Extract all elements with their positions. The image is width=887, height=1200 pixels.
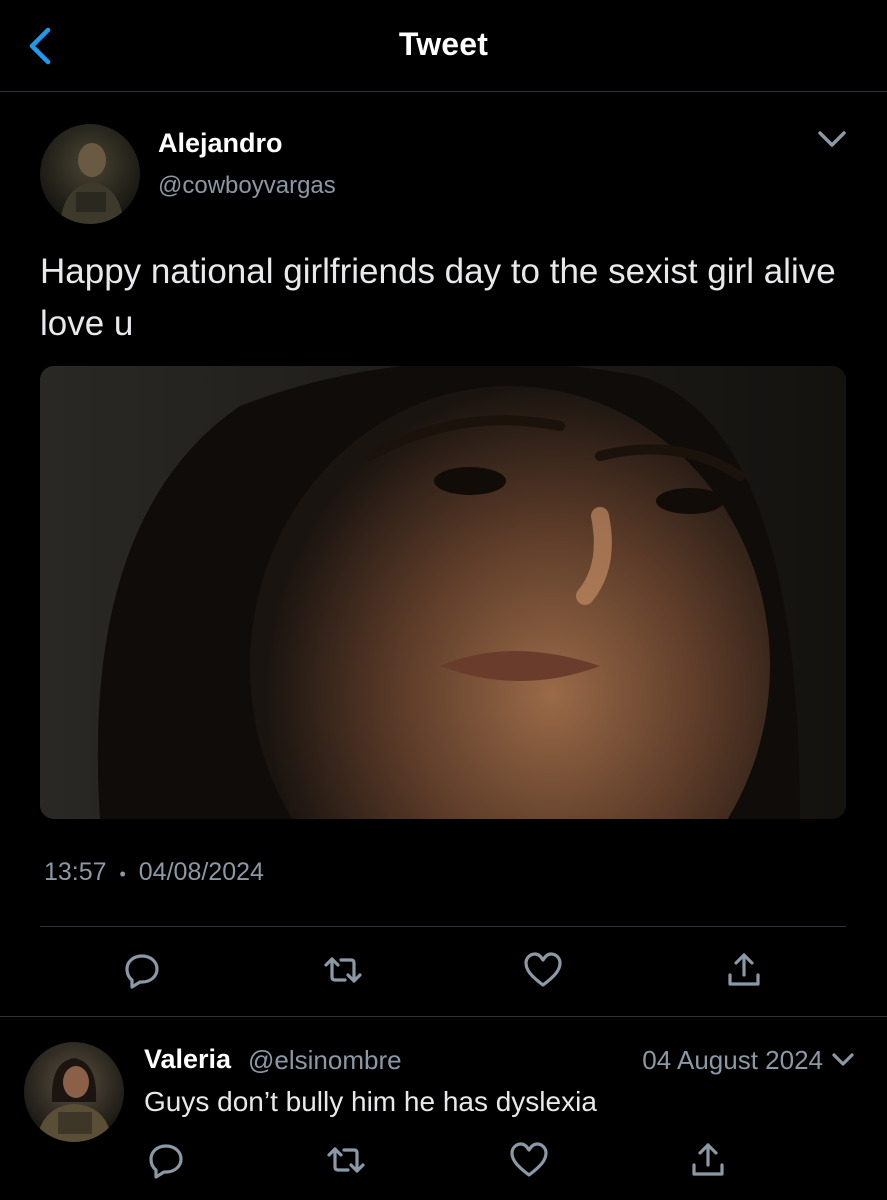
page-title: Tweet [398,26,489,62]
reply-author-avatar[interactable] [24,1042,124,1142]
tweet-photo[interactable] [40,366,846,819]
share-icon[interactable] [722,948,766,992]
author-handle[interactable]: @cowboyvargas [158,172,336,200]
reply-retweet-icon[interactable] [324,1138,368,1182]
reply-date: 04 August 2024 [642,1045,823,1075]
tweet-date: 04/08/2024 [138,858,264,886]
tweet-text: Happy national girlfriends day to the se… [40,252,836,343]
reply-like-icon[interactable] [507,1138,551,1182]
reply-icon[interactable] [120,948,164,992]
meta-separator: • [119,864,126,884]
author-avatar[interactable] [40,124,140,224]
thread-divider [0,1016,887,1017]
author-name[interactable]: Alejandro [158,128,283,159]
chevron-down-icon[interactable] [812,124,852,154]
retweet-icon[interactable] [321,948,365,992]
divider [40,926,846,927]
reply-share-icon[interactable] [686,1138,730,1182]
reply-chevron-down-icon[interactable] [828,1048,858,1072]
reply-reply-icon[interactable] [144,1138,188,1182]
tweet-timestamp: 13:57 • 04/08/2024 [44,858,264,887]
like-icon[interactable] [521,948,565,992]
tweet-time: 13:57 [44,858,107,886]
reply-author-name[interactable]: Valeria [144,1044,231,1075]
reply-author-handle[interactable]: @elsinombre [248,1045,402,1076]
reply-text: Guys don’t bully him he has dyslexia [144,1086,597,1117]
